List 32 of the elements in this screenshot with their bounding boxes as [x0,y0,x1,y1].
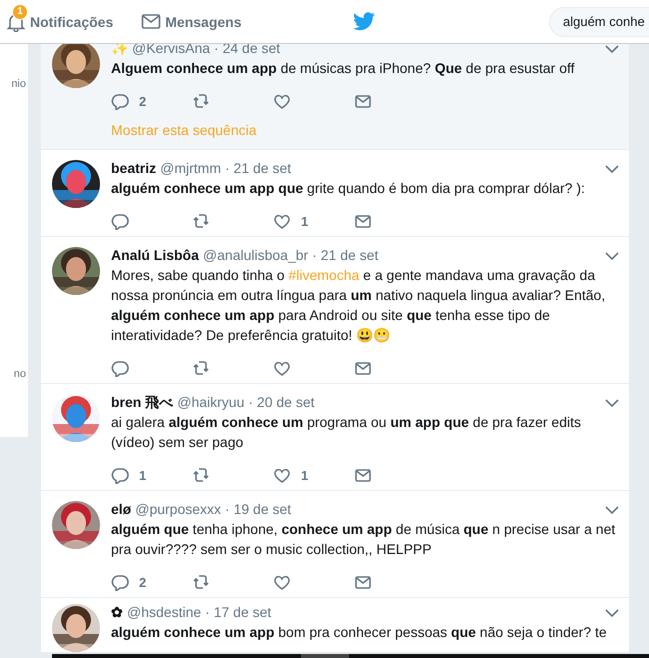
tweet-text: alguém conhece um app bom pra conhecer pessoas que não seja o tinder? te [111,623,608,642]
tweet-date[interactable]: · 20 de set [248,394,315,410]
user-name[interactable]: elø [111,501,132,517]
user-handle[interactable]: @mjrtmm [160,160,221,176]
tweet-text: Alguem conhece um app de músicas pra iPhone? Que de pra esustar off [111,59,576,78]
user-handle[interactable]: @hsdestine [127,604,202,620]
like-count: 1 [301,214,308,228]
tweet-text: ai galera alguém conhece um programa ou um app que de pra fazer edits (vídeo) sem ser pago [111,413,582,452]
reply-count: 2 [139,94,146,108]
user-handle[interactable]: @haikryuu [177,394,244,410]
notification-badge: 1 [12,4,28,20]
tweet-text: alguém conhece um app que grite quando é bom dia pra comprar dólar? ): [111,179,586,198]
tweet-text: alguém que tenha iphone, conhece um app de música que n precise usar a net pra ouvir???? sem ser o music collection,, HELPPP [111,520,616,559]
like-count: 1 [301,468,308,482]
user-handle[interactable]: @KervisAna [132,40,210,56]
tweet-date[interactable]: · 21 de set [312,247,378,263]
user-handle[interactable]: @analulisboa_br [202,247,308,263]
tweet-text: Mores, sabe quando tinha o #livemocha e a gente mandava uma gravação da nossa pronúncia em outra língua para um nativo naquela lingua avaliar? Então, alguém conhece um app para Android ou site que tenha esse tipo de interatividade? De preferência gratuito! 😃😬 [111,266,606,345]
user-name[interactable]: Analú Lisbôa [111,247,199,263]
reply-count: 2 [139,574,146,590]
user-name[interactable]: bren 飛べ [111,394,174,412]
user-handle[interactable]: @purposexxx [135,501,222,517]
sidebar-text[interactable]: no [14,368,26,380]
search-field[interactable]: alguém conhe [549,6,649,36]
tweet-date[interactable]: · 17 de set [205,604,272,620]
messages-tab[interactable]: Mensagens [141,12,242,30]
sidebar-text[interactable]: nio [11,78,26,90]
reply-count: 1 [139,468,146,482]
user-name[interactable]: ✿ [111,604,123,620]
user-name[interactable]: beatriz [111,160,156,176]
tweet-date[interactable]: · 19 de set [225,501,292,517]
tweet-date[interactable]: · 21 de set [225,160,292,176]
